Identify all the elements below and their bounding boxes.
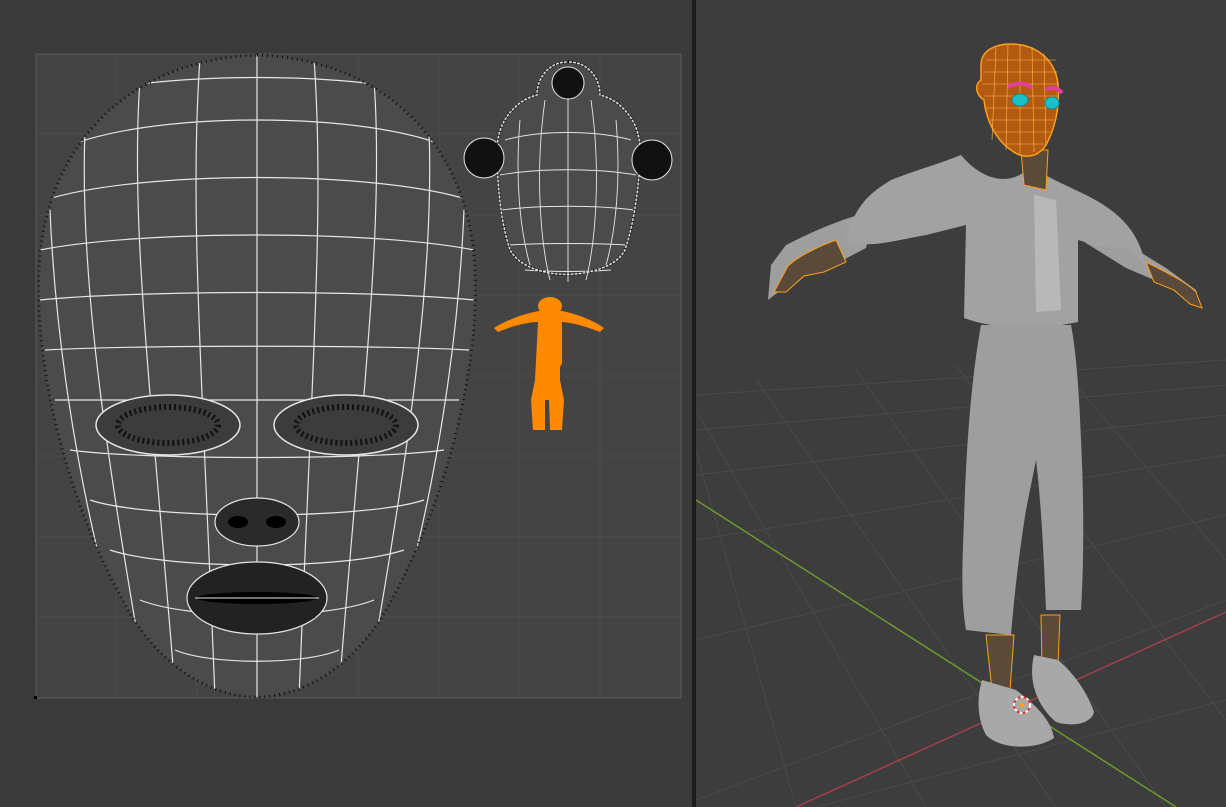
nose-region — [214, 497, 300, 547]
eye-region-right — [273, 394, 419, 456]
eye-region-left — [95, 394, 241, 456]
eye-left — [1011, 93, 1029, 107]
eye-right — [1044, 96, 1060, 110]
uv-editor-area[interactable] — [0, 0, 692, 807]
viewport-canvas[interactable] — [696, 0, 1226, 807]
mouth-region — [186, 561, 328, 635]
uv-corner-vertex — [34, 696, 37, 699]
uv-canvas[interactable] — [0, 0, 692, 807]
blender-window — [0, 0, 1226, 807]
3d-viewport-area[interactable] — [696, 0, 1226, 807]
